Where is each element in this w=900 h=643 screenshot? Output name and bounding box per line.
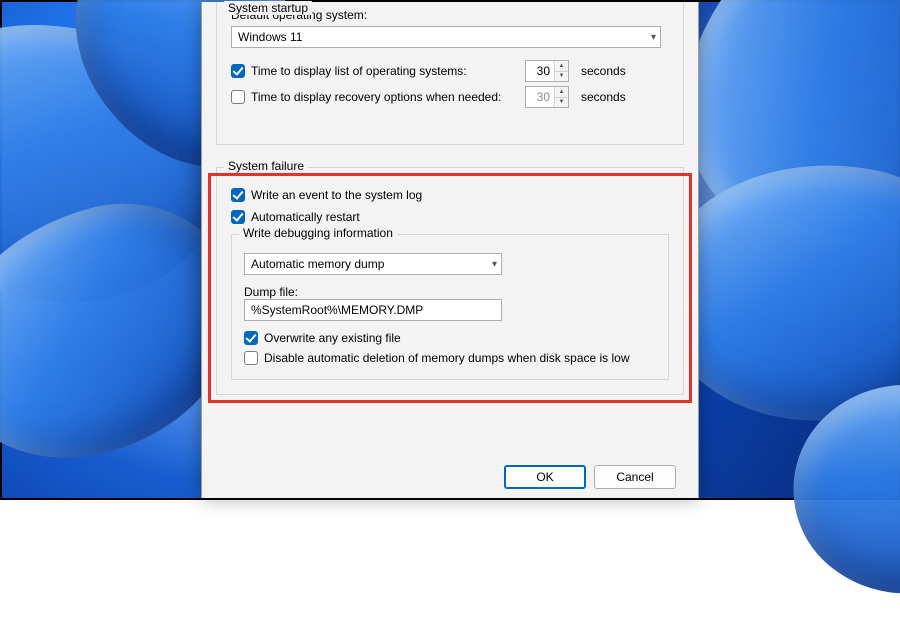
display-recovery-spinner[interactable]: ▲ ▼	[525, 86, 569, 108]
spinner-down-icon[interactable]: ▼	[555, 71, 568, 82]
overwrite-checkbox[interactable]	[244, 331, 258, 345]
system-startup-legend: System startup	[224, 1, 312, 15]
dump-type-value: Automatic memory dump	[251, 257, 384, 271]
system-startup-group: System startup Default operating system:…	[216, 2, 684, 145]
write-event-checkbox[interactable]	[231, 188, 245, 202]
display-os-list-value[interactable]	[526, 61, 554, 81]
default-os-combo[interactable]: Windows 11 ▾	[231, 26, 661, 48]
display-recovery-label: Time to display recovery options when ne…	[251, 90, 501, 104]
display-os-list-label: Time to display list of operating system…	[251, 64, 467, 78]
spinner-up-icon[interactable]: ▲	[555, 61, 568, 71]
cancel-button[interactable]: Cancel	[594, 465, 676, 489]
write-debugging-legend: Write debugging information	[239, 226, 397, 240]
spinner-down-icon[interactable]: ▼	[555, 97, 568, 108]
chevron-down-icon: ▾	[492, 259, 497, 270]
write-debugging-subgroup: Write debugging information Automatic me…	[231, 234, 669, 380]
dump-file-input[interactable]	[244, 299, 502, 321]
chevron-down-icon: ▾	[651, 32, 656, 43]
disable-deletion-checkbox[interactable]	[244, 351, 258, 365]
auto-restart-checkbox[interactable]	[231, 210, 245, 224]
system-failure-legend: System failure	[224, 159, 308, 173]
dump-file-label: Dump file:	[244, 285, 656, 299]
dump-type-combo[interactable]: Automatic memory dump ▾	[244, 253, 502, 275]
dialog-footer: OK Cancel	[202, 456, 698, 498]
startup-recovery-dialog: System startup Default operating system:…	[201, 2, 699, 498]
display-recovery-unit: seconds	[581, 90, 626, 104]
default-os-value: Windows 11	[238, 30, 302, 44]
display-recovery-value	[526, 87, 554, 107]
disable-deletion-label: Disable automatic deletion of memory dum…	[264, 351, 630, 365]
auto-restart-label: Automatically restart	[251, 210, 360, 224]
system-failure-group: System failure Write an event to the sys…	[216, 167, 684, 395]
display-os-list-checkbox[interactable]	[231, 64, 245, 78]
ok-button[interactable]: OK	[504, 465, 586, 489]
display-os-list-unit: seconds	[581, 64, 626, 78]
display-os-list-spinner[interactable]: ▲ ▼	[525, 60, 569, 82]
display-recovery-checkbox[interactable]	[231, 90, 245, 104]
overwrite-label: Overwrite any existing file	[264, 331, 401, 345]
spinner-up-icon[interactable]: ▲	[555, 87, 568, 97]
write-event-label: Write an event to the system log	[251, 188, 422, 202]
